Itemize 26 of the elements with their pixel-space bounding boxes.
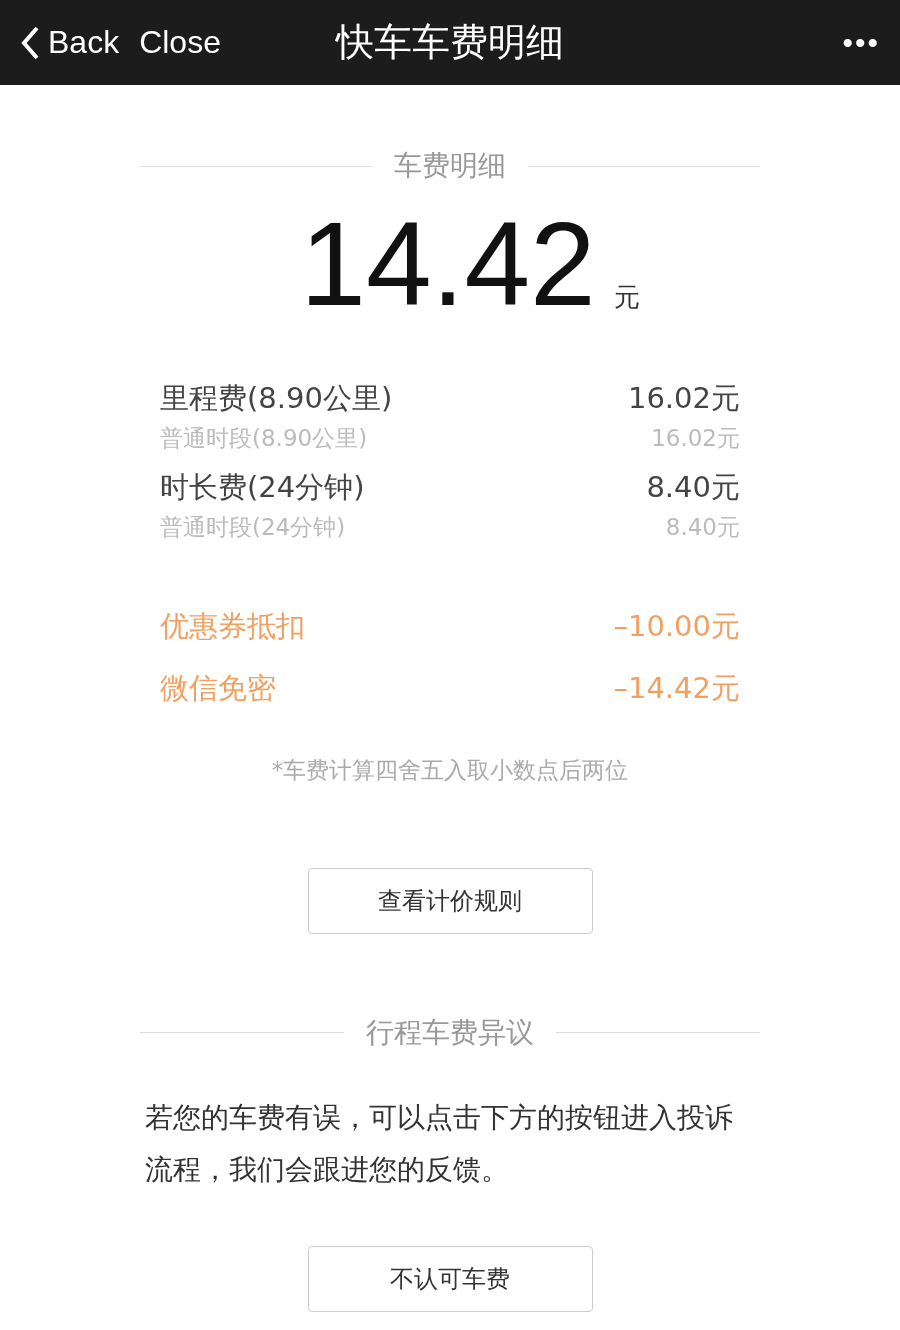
discount-name: 微信免密 <box>160 669 276 707</box>
fee-detail: 普通时段(24分钟) <box>160 512 346 542</box>
discount-amount: –14.42元 <box>613 669 740 707</box>
currency-label: 元 <box>613 280 640 314</box>
dispute-button[interactable]: 不认可车费 <box>307 1245 593 1312</box>
more-button[interactable]: ••• <box>842 25 880 60</box>
back-icon <box>20 24 40 61</box>
section-heading: 车费明细 <box>394 148 506 184</box>
close-button[interactable]: Close <box>139 24 221 61</box>
fee-detail-amount: 8.40元 <box>665 512 740 542</box>
back-button[interactable]: Back <box>20 24 120 61</box>
fee-name: 时长费(24分钟) <box>160 468 365 506</box>
fee-amount: 16.02元 <box>627 379 740 417</box>
dispute-text: 若您的车费有误，可以点击下方的按钮进入投诉流程，我们会跟进您的反馈。 <box>145 1099 734 1188</box>
rounding-note: *车费计算四舍五入取小数点后两位 <box>271 755 629 785</box>
discount-amount: –10.00元 <box>613 607 740 645</box>
section-heading: 行程车费异议 <box>366 1014 534 1051</box>
fee-detail-amount: 16.02元 <box>651 423 740 453</box>
total-amount: 14.42 <box>300 203 596 327</box>
back-label: Back <box>48 24 120 61</box>
discount-name: 优惠券抵扣 <box>160 607 305 645</box>
fee-detail: 普通时段(8.90公里) <box>160 423 368 453</box>
fee-amount: 8.40元 <box>646 468 740 506</box>
pricing-rules-button[interactable]: 查看计价规则 <box>307 867 593 934</box>
page-title: 快车车费明细 <box>336 19 564 66</box>
fee-name: 里程费(8.90公里) <box>160 379 393 417</box>
